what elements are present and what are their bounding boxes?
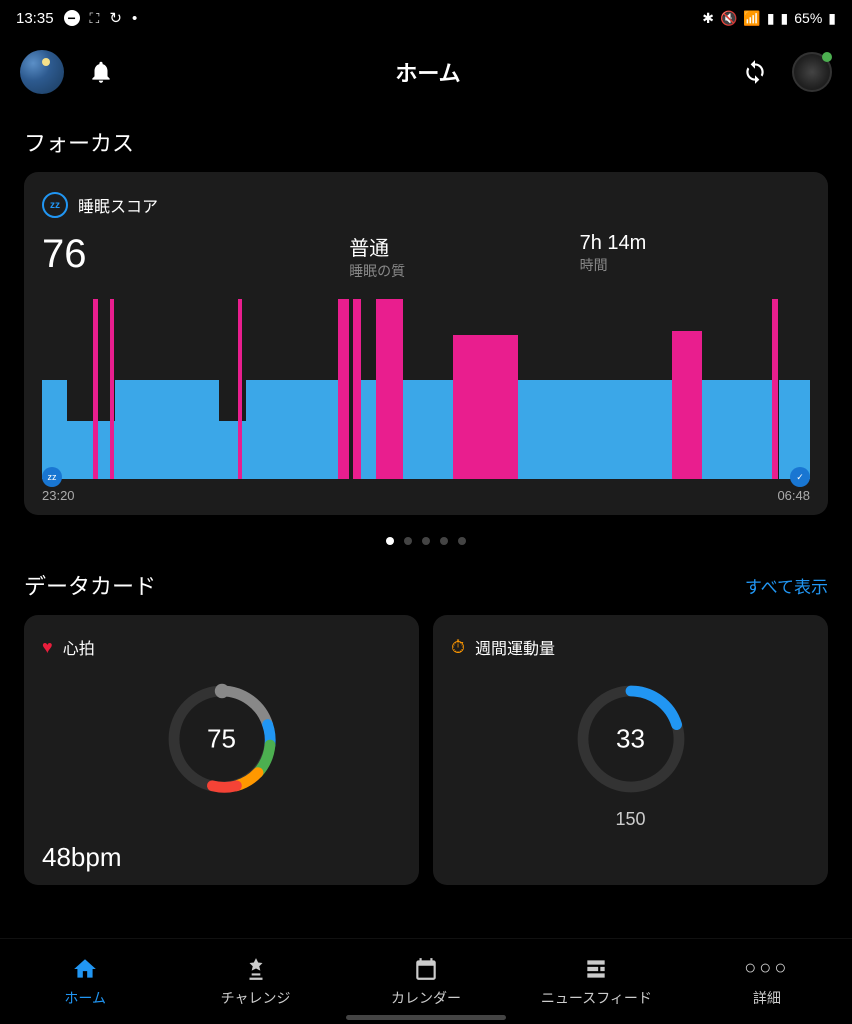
nav-more[interactable]: ○○○ 詳細 xyxy=(682,939,852,1024)
page-dot[interactable] xyxy=(458,537,466,545)
bluetooth-icon: ✱ xyxy=(702,10,714,27)
focus-section-title: フォーカス xyxy=(0,108,852,172)
nav-calendar[interactable]: カレンダー xyxy=(341,939,511,1024)
home-icon xyxy=(72,956,98,982)
sleep-duration-value: 7h 14m xyxy=(580,232,810,255)
heart-rate-current: 48bpm xyxy=(42,842,122,873)
newsfeed-icon xyxy=(583,956,609,982)
sleep-focus-card[interactable]: zz 睡眠スコア 76 普通 睡眠の質 7h 14m 時間 zz ✓ 23:20… xyxy=(24,172,828,515)
sleep-bar xyxy=(353,299,361,479)
sleep-bar xyxy=(238,299,243,479)
gesture-handle[interactable] xyxy=(346,1015,506,1020)
sleep-bar xyxy=(246,380,338,479)
heart-rate-card[interactable]: ♥ 心拍 75 48bpm xyxy=(24,615,419,885)
device-icon[interactable] xyxy=(792,52,832,92)
app-header: ホーム xyxy=(0,36,852,108)
dot-icon: • xyxy=(132,10,137,27)
sleep-card-title: 睡眠スコア xyxy=(78,193,158,217)
heart-card-title: 心拍 xyxy=(63,635,95,659)
sleep-bar xyxy=(384,299,403,479)
avatar[interactable] xyxy=(20,50,64,94)
page-dot[interactable] xyxy=(440,537,448,545)
mute-icon: 🔇 xyxy=(720,10,737,27)
sleep-start-badge-icon: zz xyxy=(42,467,62,487)
notifications-icon[interactable] xyxy=(88,59,114,85)
nav-challenge[interactable]: チャレンジ xyxy=(170,939,340,1024)
sleep-bar xyxy=(338,299,350,479)
nav-calendar-label: カレンダー xyxy=(391,988,461,1008)
sleep-quality-value: 普通 xyxy=(349,232,579,261)
more-icon: ○○○ xyxy=(754,956,780,982)
calendar-icon xyxy=(413,956,439,982)
activity-gauge: 33 xyxy=(571,679,691,799)
activity-icon: ⏱ xyxy=(451,637,465,658)
status-left: 13:35 − ⛶ ↻ • xyxy=(16,9,137,27)
bottom-nav: ホーム チャレンジ カレンダー ニュースフィード ○○○ 詳細 xyxy=(0,938,852,1024)
nav-challenge-label: チャレンジ xyxy=(221,988,291,1008)
sleep-bar xyxy=(453,335,518,479)
sleep-bar xyxy=(42,380,67,479)
status-right: ✱ 🔇 📶 ▮ ▮ 65% ▮ xyxy=(702,10,836,27)
sleep-bar xyxy=(361,380,376,479)
nav-home[interactable]: ホーム xyxy=(0,939,170,1024)
sleep-score-icon: zz xyxy=(42,192,68,218)
sleep-end-badge-icon: ✓ xyxy=(790,467,810,487)
page-dot[interactable] xyxy=(404,537,412,545)
status-bar: 13:35 − ⛶ ↻ • ✱ 🔇 📶 ▮ ▮ 65% ▮ xyxy=(0,0,852,36)
signal1-icon: ▮ xyxy=(767,10,775,27)
sleep-bar xyxy=(67,421,115,479)
fullscreen-icon: ⛶ xyxy=(90,10,100,27)
status-time: 13:35 xyxy=(16,10,54,27)
activity-card-title: 週間運動量 xyxy=(475,635,555,659)
nav-newsfeed-label: ニュースフィード xyxy=(541,988,652,1008)
signal2-icon: ▮ xyxy=(781,10,789,27)
sleep-start-time: 23:20 xyxy=(42,488,75,503)
sleep-score-value: 76 xyxy=(42,232,349,281)
sleep-bar xyxy=(779,380,810,479)
sync-icon[interactable] xyxy=(742,59,768,85)
sleep-bar xyxy=(702,380,771,479)
nav-newsfeed[interactable]: ニュースフィード xyxy=(511,939,681,1024)
sleep-chart: zz ✓ 23:20 06:48 xyxy=(42,299,810,499)
sleep-bar xyxy=(518,380,672,479)
sleep-bar xyxy=(376,299,384,479)
nav-more-label: 詳細 xyxy=(753,988,781,1008)
wifi-icon: 📶 xyxy=(743,10,760,27)
sleep-end-time: 06:48 xyxy=(777,488,810,503)
data-cards-title: データカード xyxy=(24,569,156,601)
sleep-bar xyxy=(672,331,703,479)
page-indicator[interactable] xyxy=(0,515,852,555)
heart-icon: ♥ xyxy=(42,637,53,658)
dnd-icon: − xyxy=(64,10,80,26)
heart-rate-gauge: 75 xyxy=(162,679,282,799)
nav-home-label: ホーム xyxy=(64,988,106,1008)
activity-card[interactable]: ⏱ 週間運動量 33 150 xyxy=(433,615,828,885)
battery-text: 65% xyxy=(794,10,822,26)
sync-small-icon: ↻ xyxy=(109,9,122,27)
sleep-duration-label: 時間 xyxy=(580,255,810,275)
sleep-bar xyxy=(93,299,98,479)
sleep-bar xyxy=(110,299,115,479)
page-title: ホーム xyxy=(395,56,460,88)
activity-target: 150 xyxy=(451,809,810,830)
heart-gauge-value: 75 xyxy=(207,724,236,755)
sleep-bar xyxy=(403,380,453,479)
sleep-quality-label: 睡眠の質 xyxy=(349,261,579,281)
battery-icon: ▮ xyxy=(828,10,836,27)
activity-gauge-value: 33 xyxy=(616,724,645,755)
trophy-icon xyxy=(243,956,269,982)
sleep-bar xyxy=(115,380,219,479)
show-all-link[interactable]: すべて表示 xyxy=(745,573,828,598)
page-dot[interactable] xyxy=(386,537,394,545)
sleep-bar xyxy=(772,299,778,479)
page-dot[interactable] xyxy=(422,537,430,545)
